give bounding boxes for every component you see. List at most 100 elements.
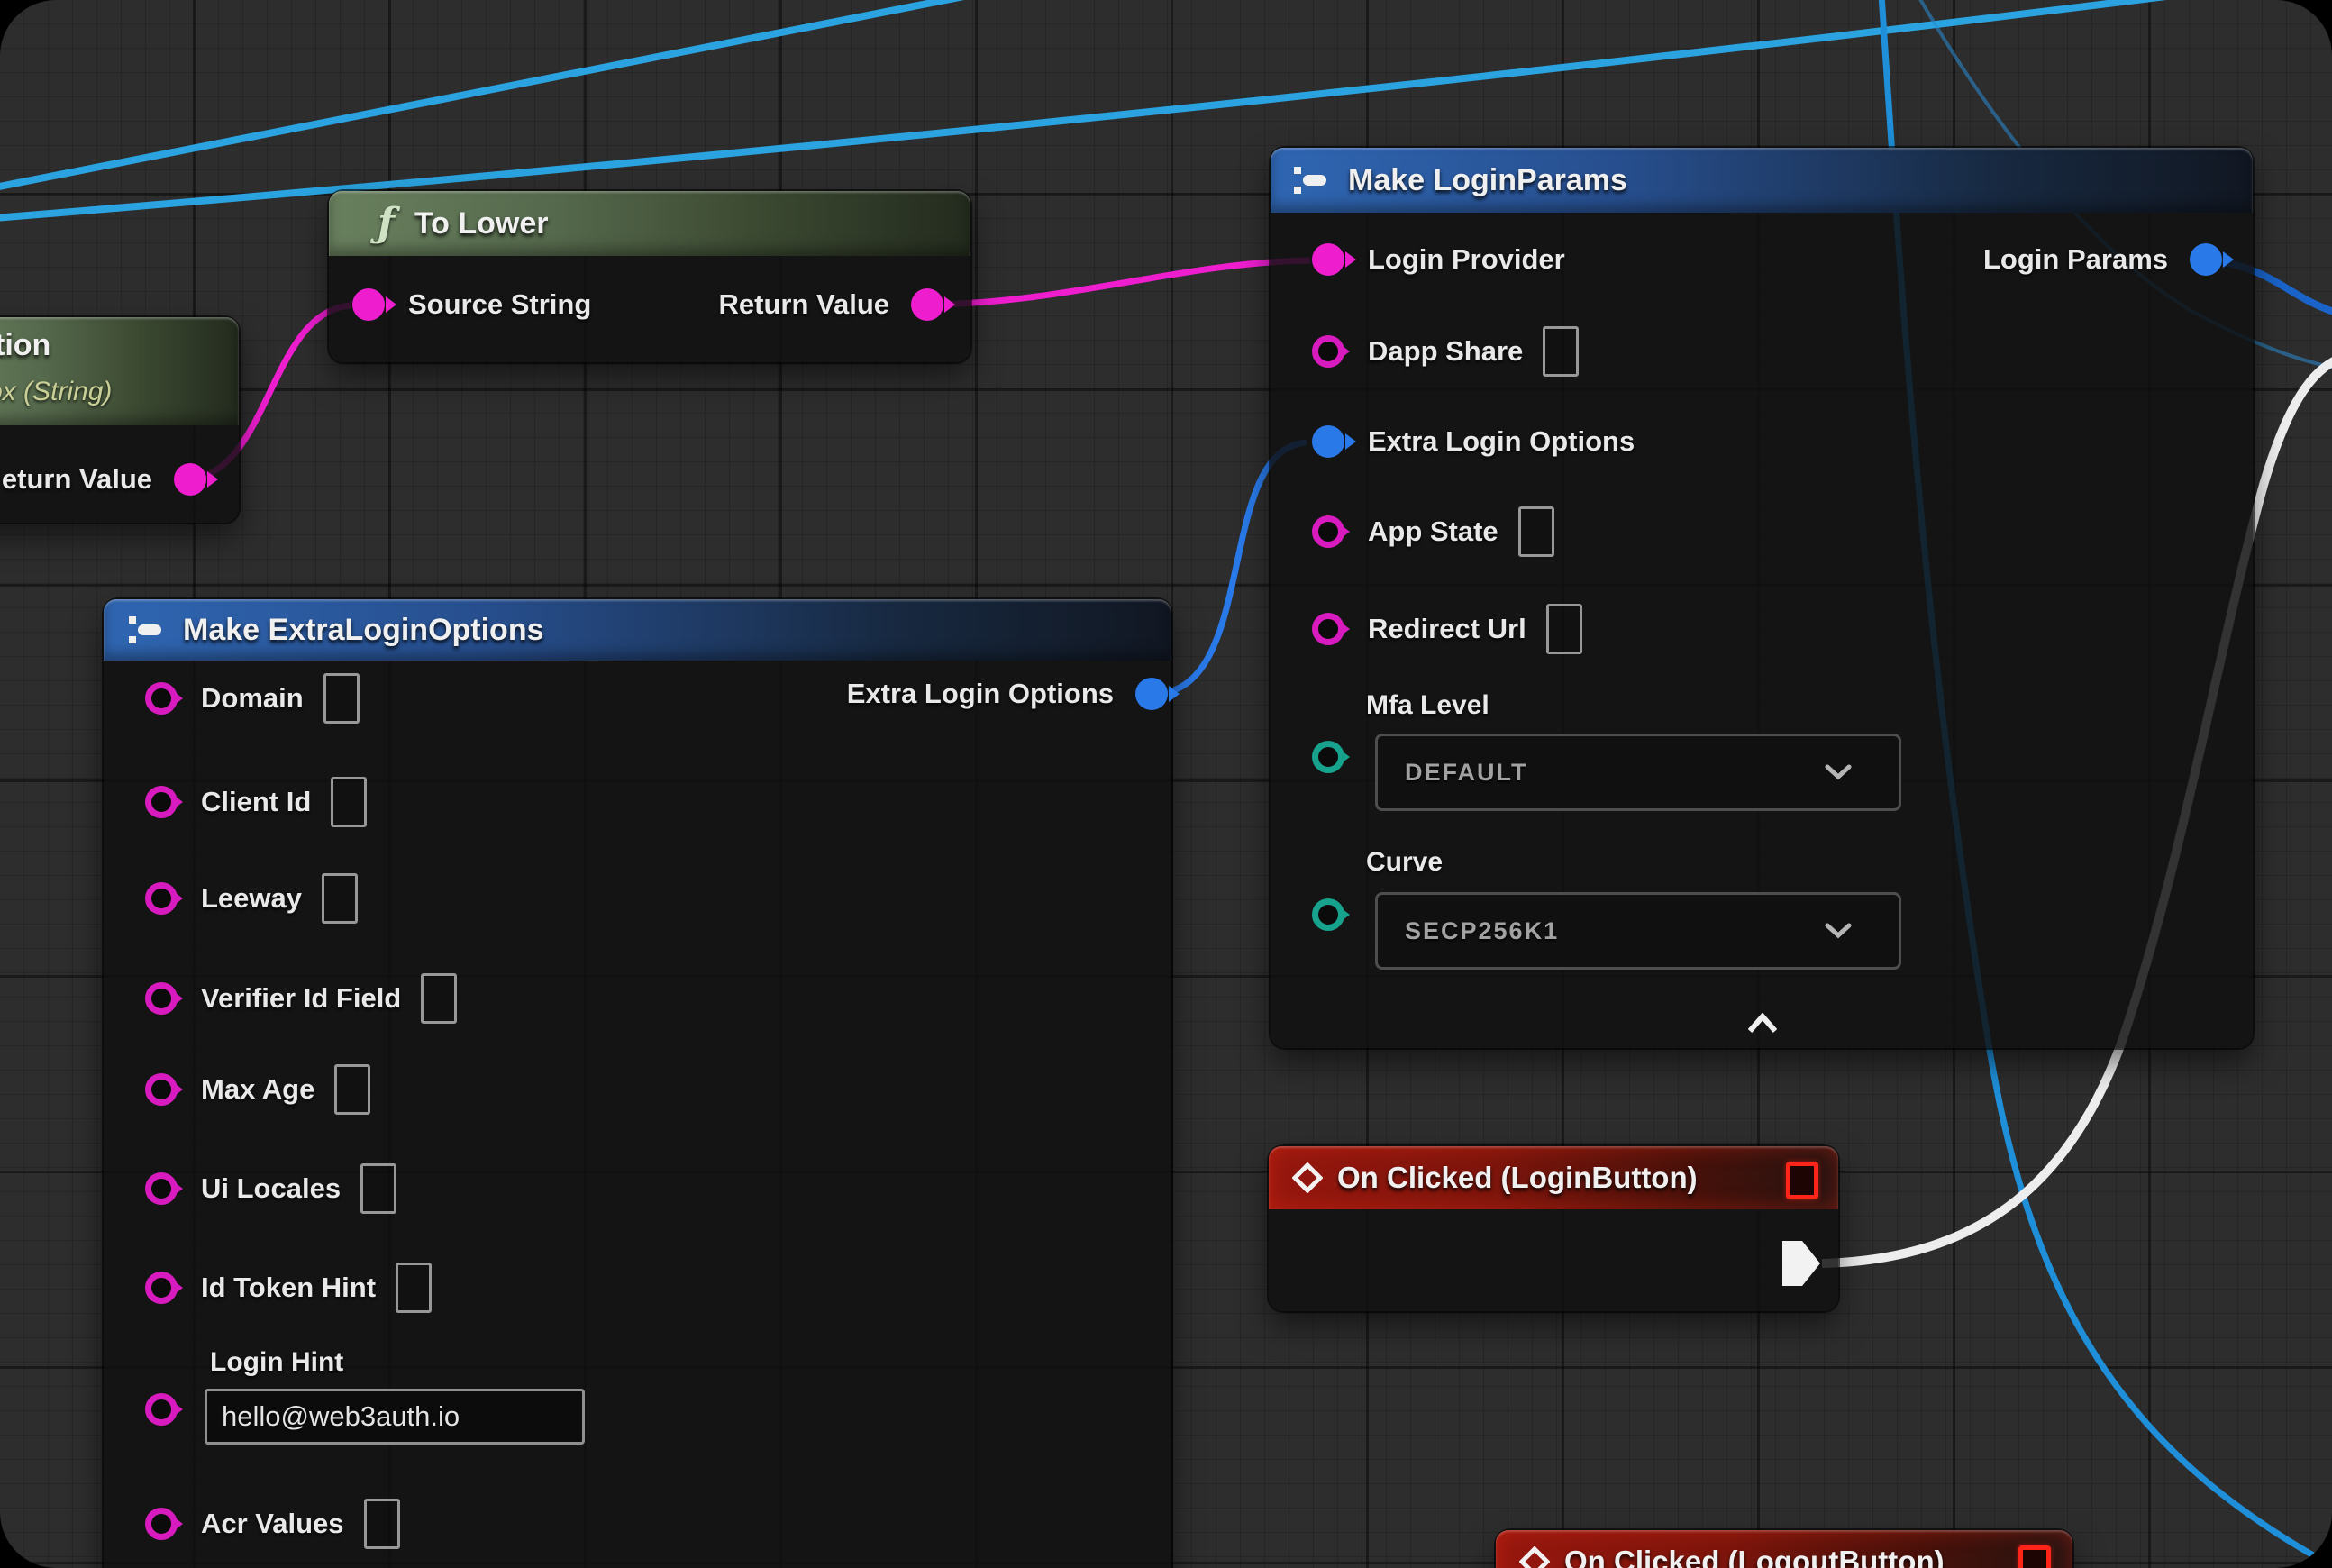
ui-locales-row: Ui Locales [145, 1157, 396, 1220]
redirect-url-label: Redirect Url [1368, 613, 1526, 645]
delegate-pin[interactable] [1786, 1162, 1818, 1199]
mfa-level-pin[interactable] [1312, 741, 1344, 773]
mfa-level-label: Mfa Level [1366, 690, 1489, 721]
acr-values-pin[interactable] [145, 1508, 178, 1540]
client-id-value-box[interactable] [331, 777, 367, 827]
curve-label: Curve [1366, 847, 1443, 878]
acr-values-row: Acr Values [145, 1492, 400, 1555]
extra-login-options-out-row: Extra Login Options [847, 662, 1168, 725]
wire-blue-top-steep [0, 0, 982, 187]
login-params-out-pin[interactable] [2190, 243, 2222, 276]
node-on-clicked-login-header[interactable]: On Clicked (LoginButton) [1269, 1146, 1838, 1209]
node-make-login-params-header[interactable]: Make LoginParams [1271, 148, 2253, 213]
blueprint-canvas[interactable]: tion ox (String) eturn Value ƒ To Lower … [0, 0, 2332, 1568]
node-make-extra-login-options[interactable]: Make ExtraLoginOptions Extra Login Optio… [104, 599, 1171, 1568]
app-state-pin[interactable] [1312, 515, 1344, 548]
redirect-url-pin[interactable] [1312, 613, 1344, 645]
event-diamond-icon [1292, 1162, 1323, 1193]
dapp-share-row: Dapp Share [1312, 320, 1579, 383]
exec-output-pin[interactable] [1781, 1239, 1822, 1288]
extra-login-options-in-row: Extra Login Options [1312, 410, 1635, 473]
leeway-label: Leeway [201, 882, 302, 915]
redirect-url-row: Redirect Url [1312, 597, 1582, 661]
login-hint-pin[interactable] [145, 1393, 178, 1426]
id-token-hint-pin[interactable] [145, 1272, 178, 1304]
verifier-id-field-pin[interactable] [145, 982, 178, 1015]
leeway-row: Leeway [145, 867, 358, 930]
client-id-pin[interactable] [145, 786, 178, 818]
acr-values-value-box[interactable] [364, 1499, 400, 1549]
extra-login-options-in-pin[interactable] [1312, 425, 1344, 458]
login-provider-pin[interactable] [1312, 243, 1344, 276]
source-string-pin[interactable] [352, 288, 385, 321]
return-value-row: eturn Value [2, 448, 206, 511]
node-to-lower[interactable]: ƒ To Lower Source String Return Value [329, 191, 970, 362]
id-token-hint-value-box[interactable] [396, 1263, 432, 1313]
function-icon: ƒ [378, 204, 395, 243]
return-value-label: eturn Value [2, 463, 152, 496]
node-partial-function[interactable]: tion ox (String) eturn Value [0, 317, 239, 523]
curve-dropdown[interactable]: SECP256K1 [1375, 892, 1901, 970]
node-title: On Clicked (LoginButton) [1337, 1161, 1698, 1195]
acr-values-label: Acr Values [201, 1508, 344, 1540]
app-state-row: App State [1312, 500, 1554, 563]
mfa-level-dropdown[interactable]: DEFAULT [1375, 734, 1901, 811]
return-value-row: Return Value [719, 273, 944, 336]
login-params-out-label: Login Params [1983, 243, 2168, 276]
wire-pink-tolower-to-loginprovider [930, 260, 1310, 305]
node-on-clicked-logout-header[interactable]: On Clicked (LogoutButton) [1496, 1530, 2072, 1568]
return-value-pin[interactable] [911, 288, 943, 321]
leeway-value-box[interactable] [322, 873, 358, 924]
client-id-label: Client Id [201, 786, 311, 818]
collapse-node-chevron[interactable] [1745, 1013, 1780, 1035]
login-provider-row: Login Provider [1312, 228, 1565, 291]
node-title: On Clicked (LogoutButton) [1564, 1545, 1945, 1568]
login-params-out-row: Login Params [1983, 228, 2222, 291]
extra-login-options-out-pin[interactable] [1135, 678, 1168, 710]
verifier-id-field-value-box[interactable] [421, 973, 457, 1024]
node-make-elo-header[interactable]: Make ExtraLoginOptions [104, 599, 1171, 661]
curve-value: SECP256K1 [1378, 917, 1559, 945]
max-age-value-box[interactable] [334, 1064, 370, 1115]
ui-locales-pin[interactable] [145, 1172, 178, 1205]
chevron-down-icon [1825, 923, 1852, 939]
domain-pin[interactable] [145, 682, 178, 715]
make-struct-icon [127, 615, 167, 645]
make-struct-icon [1292, 165, 1332, 196]
dapp-share-value-box[interactable] [1543, 326, 1579, 377]
verifier-id-field-label: Verifier Id Field [201, 982, 401, 1015]
domain-label: Domain [201, 682, 304, 715]
node-title: To Lower [414, 206, 549, 242]
client-id-row: Client Id [145, 770, 367, 834]
login-hint-input[interactable]: hello@web3auth.io [205, 1389, 585, 1445]
max-age-row: Max Age [145, 1058, 370, 1121]
mfa-level-value: DEFAULT [1378, 759, 1528, 787]
leeway-pin[interactable] [145, 882, 178, 915]
node-title: Make ExtraLoginOptions [183, 613, 544, 648]
node-title: tion [0, 328, 50, 363]
chevron-down-icon [1825, 764, 1852, 780]
app-state-value-box[interactable] [1518, 506, 1554, 557]
id-token-hint-row: Id Token Hint [145, 1256, 432, 1319]
login-provider-label: Login Provider [1368, 243, 1565, 276]
extra-login-options-in-label: Extra Login Options [1368, 425, 1635, 458]
node-subtitle: ox (String) [0, 377, 112, 407]
ui-locales-value-box[interactable] [360, 1163, 396, 1214]
max-age-pin[interactable] [145, 1073, 178, 1106]
redirect-url-value-box[interactable] [1546, 604, 1582, 654]
domain-value-box[interactable] [323, 673, 360, 724]
node-on-clicked-login-button[interactable]: On Clicked (LoginButton) [1269, 1146, 1838, 1311]
id-token-hint-label: Id Token Hint [201, 1272, 376, 1304]
curve-pin[interactable] [1312, 898, 1344, 931]
event-diamond-icon [1519, 1546, 1550, 1568]
return-value-pin[interactable] [174, 463, 206, 496]
dapp-share-pin[interactable] [1312, 335, 1344, 368]
node-partial-function-header[interactable]: tion ox (String) [0, 317, 239, 425]
node-to-lower-header[interactable]: ƒ To Lower [329, 191, 970, 256]
node-on-clicked-logout-button[interactable]: On Clicked (LogoutButton) [1496, 1530, 2072, 1568]
node-title: Make LoginParams [1348, 163, 1627, 198]
app-state-label: App State [1368, 515, 1498, 548]
node-make-login-params[interactable]: Make LoginParams Login Provider Login Pa… [1271, 148, 2253, 1048]
delegate-pin[interactable] [2018, 1545, 2051, 1568]
max-age-label: Max Age [201, 1073, 314, 1106]
